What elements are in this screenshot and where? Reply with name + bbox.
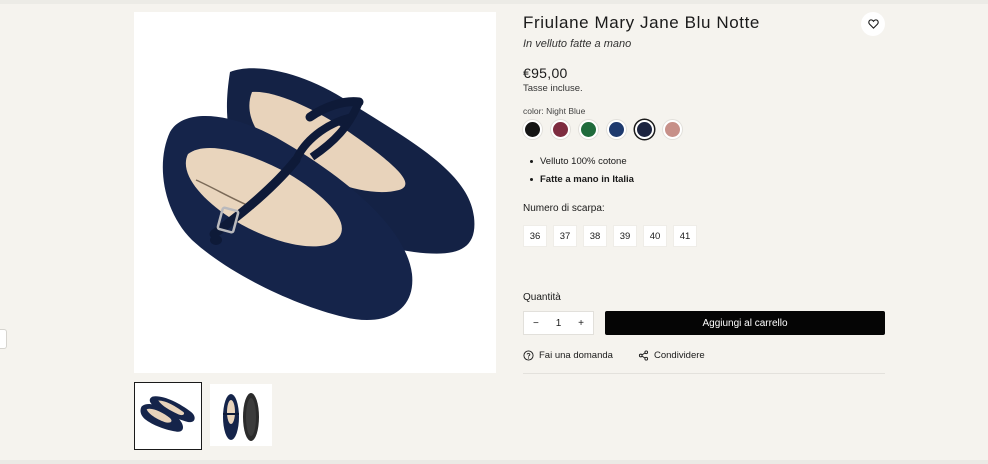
feature-item: Velluto 100% cotone [530, 156, 634, 167]
quantity-label: Quantità [523, 292, 561, 303]
product-price: €95,00 [523, 65, 568, 81]
share-label: Condividere [654, 350, 705, 361]
side-drawer-tab[interactable] [0, 329, 7, 349]
thumbnail-1[interactable] [134, 382, 202, 450]
size-option[interactable]: 39 [613, 225, 637, 247]
tax-note: Tasse incluse. [523, 83, 583, 94]
quantity-value[interactable]: 1 [556, 318, 562, 329]
decrease-quantity-button[interactable]: − [533, 318, 539, 329]
color-swatch[interactable] [523, 120, 542, 139]
ask-question-link[interactable]: Fai una domanda [523, 350, 613, 361]
section-divider [523, 373, 885, 374]
product-subtitle: In velluto fatte a mano [523, 38, 632, 50]
product-title: Friulane Mary Jane Blu Notte [523, 13, 760, 32]
size-option[interactable]: 37 [553, 225, 577, 247]
bottom-divider [0, 460, 988, 464]
add-to-cart-button[interactable]: Aggiungi al carrello [605, 311, 885, 335]
size-options: 36 37 38 39 40 41 [523, 225, 697, 247]
share-link[interactable]: Condividere [638, 350, 705, 361]
size-option[interactable]: 36 [523, 225, 547, 247]
top-divider [0, 0, 988, 4]
quantity-stepper: − 1 + [523, 311, 594, 335]
feature-item: Fatte a mano in Italia [530, 174, 634, 185]
color-swatches [523, 120, 682, 139]
heart-icon [867, 19, 879, 29]
size-option[interactable]: 38 [583, 225, 607, 247]
feature-list: Velluto 100% cotone Fatte a mano in Ital… [530, 156, 634, 192]
color-swatch[interactable] [607, 120, 626, 139]
color-label: color: Night Blue [523, 106, 586, 116]
increase-quantity-button[interactable]: + [578, 318, 584, 329]
size-label: Numero di scarpa: [523, 203, 605, 214]
ask-question-label: Fai una domanda [539, 350, 613, 361]
thumbnail-2[interactable] [210, 384, 272, 446]
color-swatch[interactable] [635, 120, 654, 139]
size-option[interactable]: 40 [643, 225, 667, 247]
color-swatch[interactable] [551, 120, 570, 139]
color-swatch[interactable] [579, 120, 598, 139]
favorite-button[interactable] [861, 12, 885, 36]
color-swatch[interactable] [663, 120, 682, 139]
main-product-image[interactable] [134, 12, 496, 373]
size-option[interactable]: 41 [673, 225, 697, 247]
question-circle-icon [523, 350, 534, 361]
share-icon [638, 350, 649, 361]
